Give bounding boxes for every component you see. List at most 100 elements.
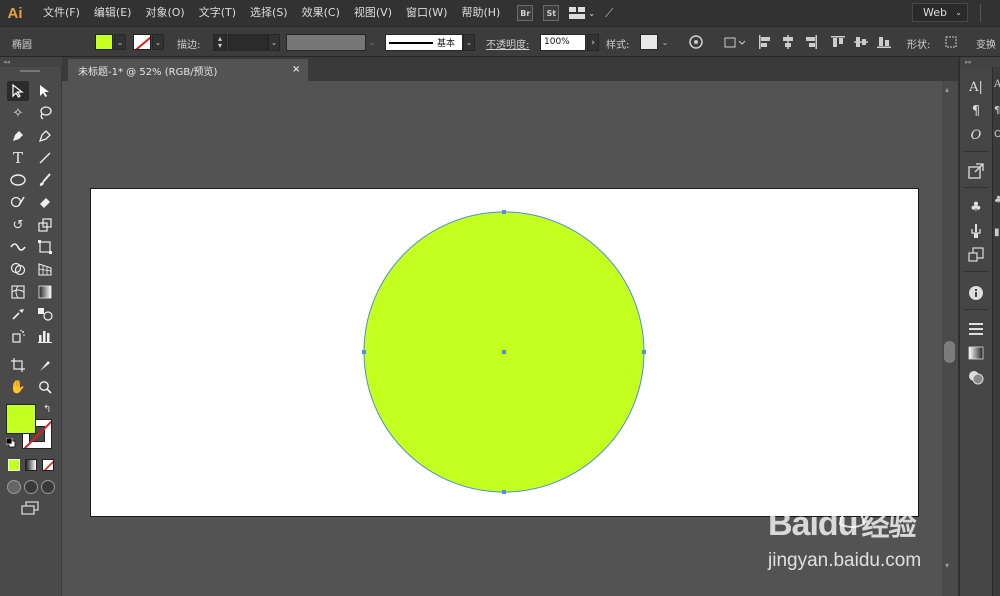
shape-builder-tool-icon[interactable]	[7, 259, 29, 279]
eraser-tool-icon[interactable]	[34, 192, 56, 212]
opentype-panel-icon[interactable]: O	[994, 129, 1000, 145]
curvature-tool-icon[interactable]	[34, 126, 56, 146]
mesh-tool-icon[interactable]	[7, 282, 29, 302]
align-horizontal-center-icon[interactable]	[780, 34, 796, 50]
anchor-point-right[interactable]	[642, 350, 646, 354]
brush-dropdown[interactable]: ⌄	[463, 34, 475, 51]
gradient-tool-icon[interactable]	[34, 282, 56, 302]
character-panel-icon[interactable]: A	[994, 79, 1000, 95]
eyedropper-tool-icon[interactable]	[7, 304, 29, 324]
menu-help[interactable]: 帮助(H)	[454, 0, 507, 26]
magic-wand-tool-icon[interactable]: ✧	[7, 103, 29, 123]
swap-fill-stroke-icon[interactable]: ↰	[43, 404, 51, 415]
align-left-icon[interactable]	[757, 34, 773, 50]
dock-collapse-strip[interactable]: ▸▸	[960, 57, 1000, 67]
menu-object[interactable]: 对象(O)	[138, 0, 191, 26]
stroke-dropdown[interactable]: ⌄	[152, 34, 164, 50]
asset-export-icon[interactable]	[966, 245, 986, 265]
ellipse-tool-icon[interactable]	[7, 170, 29, 190]
close-icon[interactable]: ×	[292, 64, 300, 75]
align-to-icon[interactable]	[722, 34, 746, 50]
pen-tool-icon[interactable]	[7, 126, 29, 146]
stroke-panel-icon[interactable]	[966, 319, 986, 339]
draw-behind-icon[interactable]	[24, 480, 38, 494]
menu-select[interactable]: 选择(S)	[243, 0, 295, 26]
opentype-panel-icon[interactable]: O	[966, 125, 986, 145]
menu-edit[interactable]: 编辑(E)	[87, 0, 139, 26]
toolbar-collapse-strip[interactable]: ◂◂	[0, 57, 62, 67]
scroll-up-arrow-icon[interactable]: ▴	[945, 85, 955, 95]
paragraph-panel-icon[interactable]: ¶	[966, 101, 986, 121]
menu-effect[interactable]: 效果(C)	[295, 0, 347, 26]
bridge-icon[interactable]: Br	[517, 5, 534, 21]
align-vertical-center-icon[interactable]	[853, 34, 869, 50]
none-mode-icon[interactable]	[42, 459, 54, 471]
fill-color-swatch[interactable]	[95, 34, 113, 50]
graphic-style-dropdown[interactable]: ⌄	[659, 34, 671, 50]
line-segment-tool-icon[interactable]	[34, 148, 56, 168]
stock-icon[interactable]: St	[543, 5, 560, 21]
zoom-tool-icon[interactable]	[34, 377, 56, 397]
anchor-point-top[interactable]	[502, 210, 506, 214]
paragraph-panel-icon[interactable]: ¶	[994, 105, 1000, 121]
hand-tool-icon[interactable]: ✋	[7, 377, 29, 397]
toolbar-grip[interactable]	[20, 70, 40, 72]
variable-width-dropdown[interactable]: ⌄	[366, 34, 378, 51]
opacity-label[interactable]: 不透明度:	[486, 36, 529, 51]
change-screen-mode-icon[interactable]	[21, 501, 41, 515]
variable-width-profile[interactable]	[286, 34, 366, 51]
width-tool-icon[interactable]	[7, 237, 29, 257]
gpu-performance-icon[interactable]: ⟋	[605, 6, 613, 21]
direct-selection-tool-icon[interactable]	[34, 81, 56, 101]
symbols-panel-icon[interactable]: ♣	[994, 195, 1000, 211]
gradient-panel-icon[interactable]	[966, 343, 986, 363]
column-graph-tool-icon[interactable]	[34, 326, 56, 346]
blend-tool-icon[interactable]	[34, 304, 56, 324]
paintbrush-tool-icon[interactable]	[34, 170, 56, 190]
menu-type[interactable]: 文字(T)	[192, 0, 243, 26]
symbol-sprayer-tool-icon[interactable]	[7, 326, 29, 346]
workspace-switcher[interactable]: Web ⌄	[912, 3, 968, 22]
shape-properties-label[interactable]: 形状:	[907, 36, 930, 51]
stroke-label[interactable]: 描边:	[177, 36, 200, 51]
lasso-tool-icon[interactable]	[34, 103, 56, 123]
color-mode-icon[interactable]	[8, 459, 20, 471]
draw-inside-icon[interactable]	[41, 480, 55, 494]
opacity-arrow-icon[interactable]: ›	[587, 34, 599, 51]
symbols-panel-icon[interactable]: ♣	[966, 197, 986, 217]
opacity-input[interactable]: 100%	[540, 34, 586, 51]
fill-color-box[interactable]	[6, 404, 36, 434]
transform-label[interactable]: 变换	[976, 36, 996, 51]
stroke-weight-stepper[interactable]: ▴ ▾	[213, 34, 227, 51]
align-top-icon[interactable]	[830, 34, 846, 50]
brushes-panel-icon[interactable]: ▮	[994, 227, 1000, 243]
center-point[interactable]	[502, 350, 506, 354]
default-fill-stroke-icon[interactable]	[5, 437, 16, 448]
scrollbar-thumb[interactable]	[944, 341, 955, 363]
artboard-tool-icon[interactable]	[7, 355, 29, 375]
shape-properties-icon[interactable]	[943, 34, 959, 50]
align-right-icon[interactable]	[803, 34, 819, 50]
graphic-style-swatch[interactable]	[640, 34, 658, 50]
document-tab[interactable]: 未标题-1* @ 52% (RGB/预览) ×	[68, 59, 308, 81]
transparency-panel-icon[interactable]	[966, 367, 986, 387]
shaper-tool-icon[interactable]	[7, 192, 29, 212]
perspective-grid-tool-icon[interactable]	[34, 259, 56, 279]
free-transform-tool-icon[interactable]	[34, 237, 56, 257]
brush-definition[interactable]: 基本	[385, 34, 463, 51]
stroke-weight-dropdown[interactable]: ⌄	[268, 34, 280, 51]
character-panel-icon[interactable]: A|	[966, 77, 986, 97]
draw-normal-icon[interactable]	[7, 480, 21, 494]
info-panel-icon[interactable]	[966, 283, 986, 303]
gradient-mode-icon[interactable]	[25, 459, 37, 471]
selection-tool-icon[interactable]	[7, 81, 29, 101]
scale-tool-icon[interactable]	[34, 215, 56, 235]
recolor-artwork-icon[interactable]	[688, 34, 704, 50]
fill-dropdown[interactable]: ⌄	[114, 34, 126, 50]
menu-window[interactable]: 窗口(W)	[399, 0, 454, 26]
anchor-point-left[interactable]	[362, 350, 366, 354]
arrange-documents-icon[interactable]: ⌄	[569, 7, 595, 19]
export-asset-icon[interactable]	[966, 161, 986, 181]
brushes-panel-icon[interactable]	[966, 221, 986, 241]
menu-file[interactable]: 文件(F)	[36, 0, 87, 26]
